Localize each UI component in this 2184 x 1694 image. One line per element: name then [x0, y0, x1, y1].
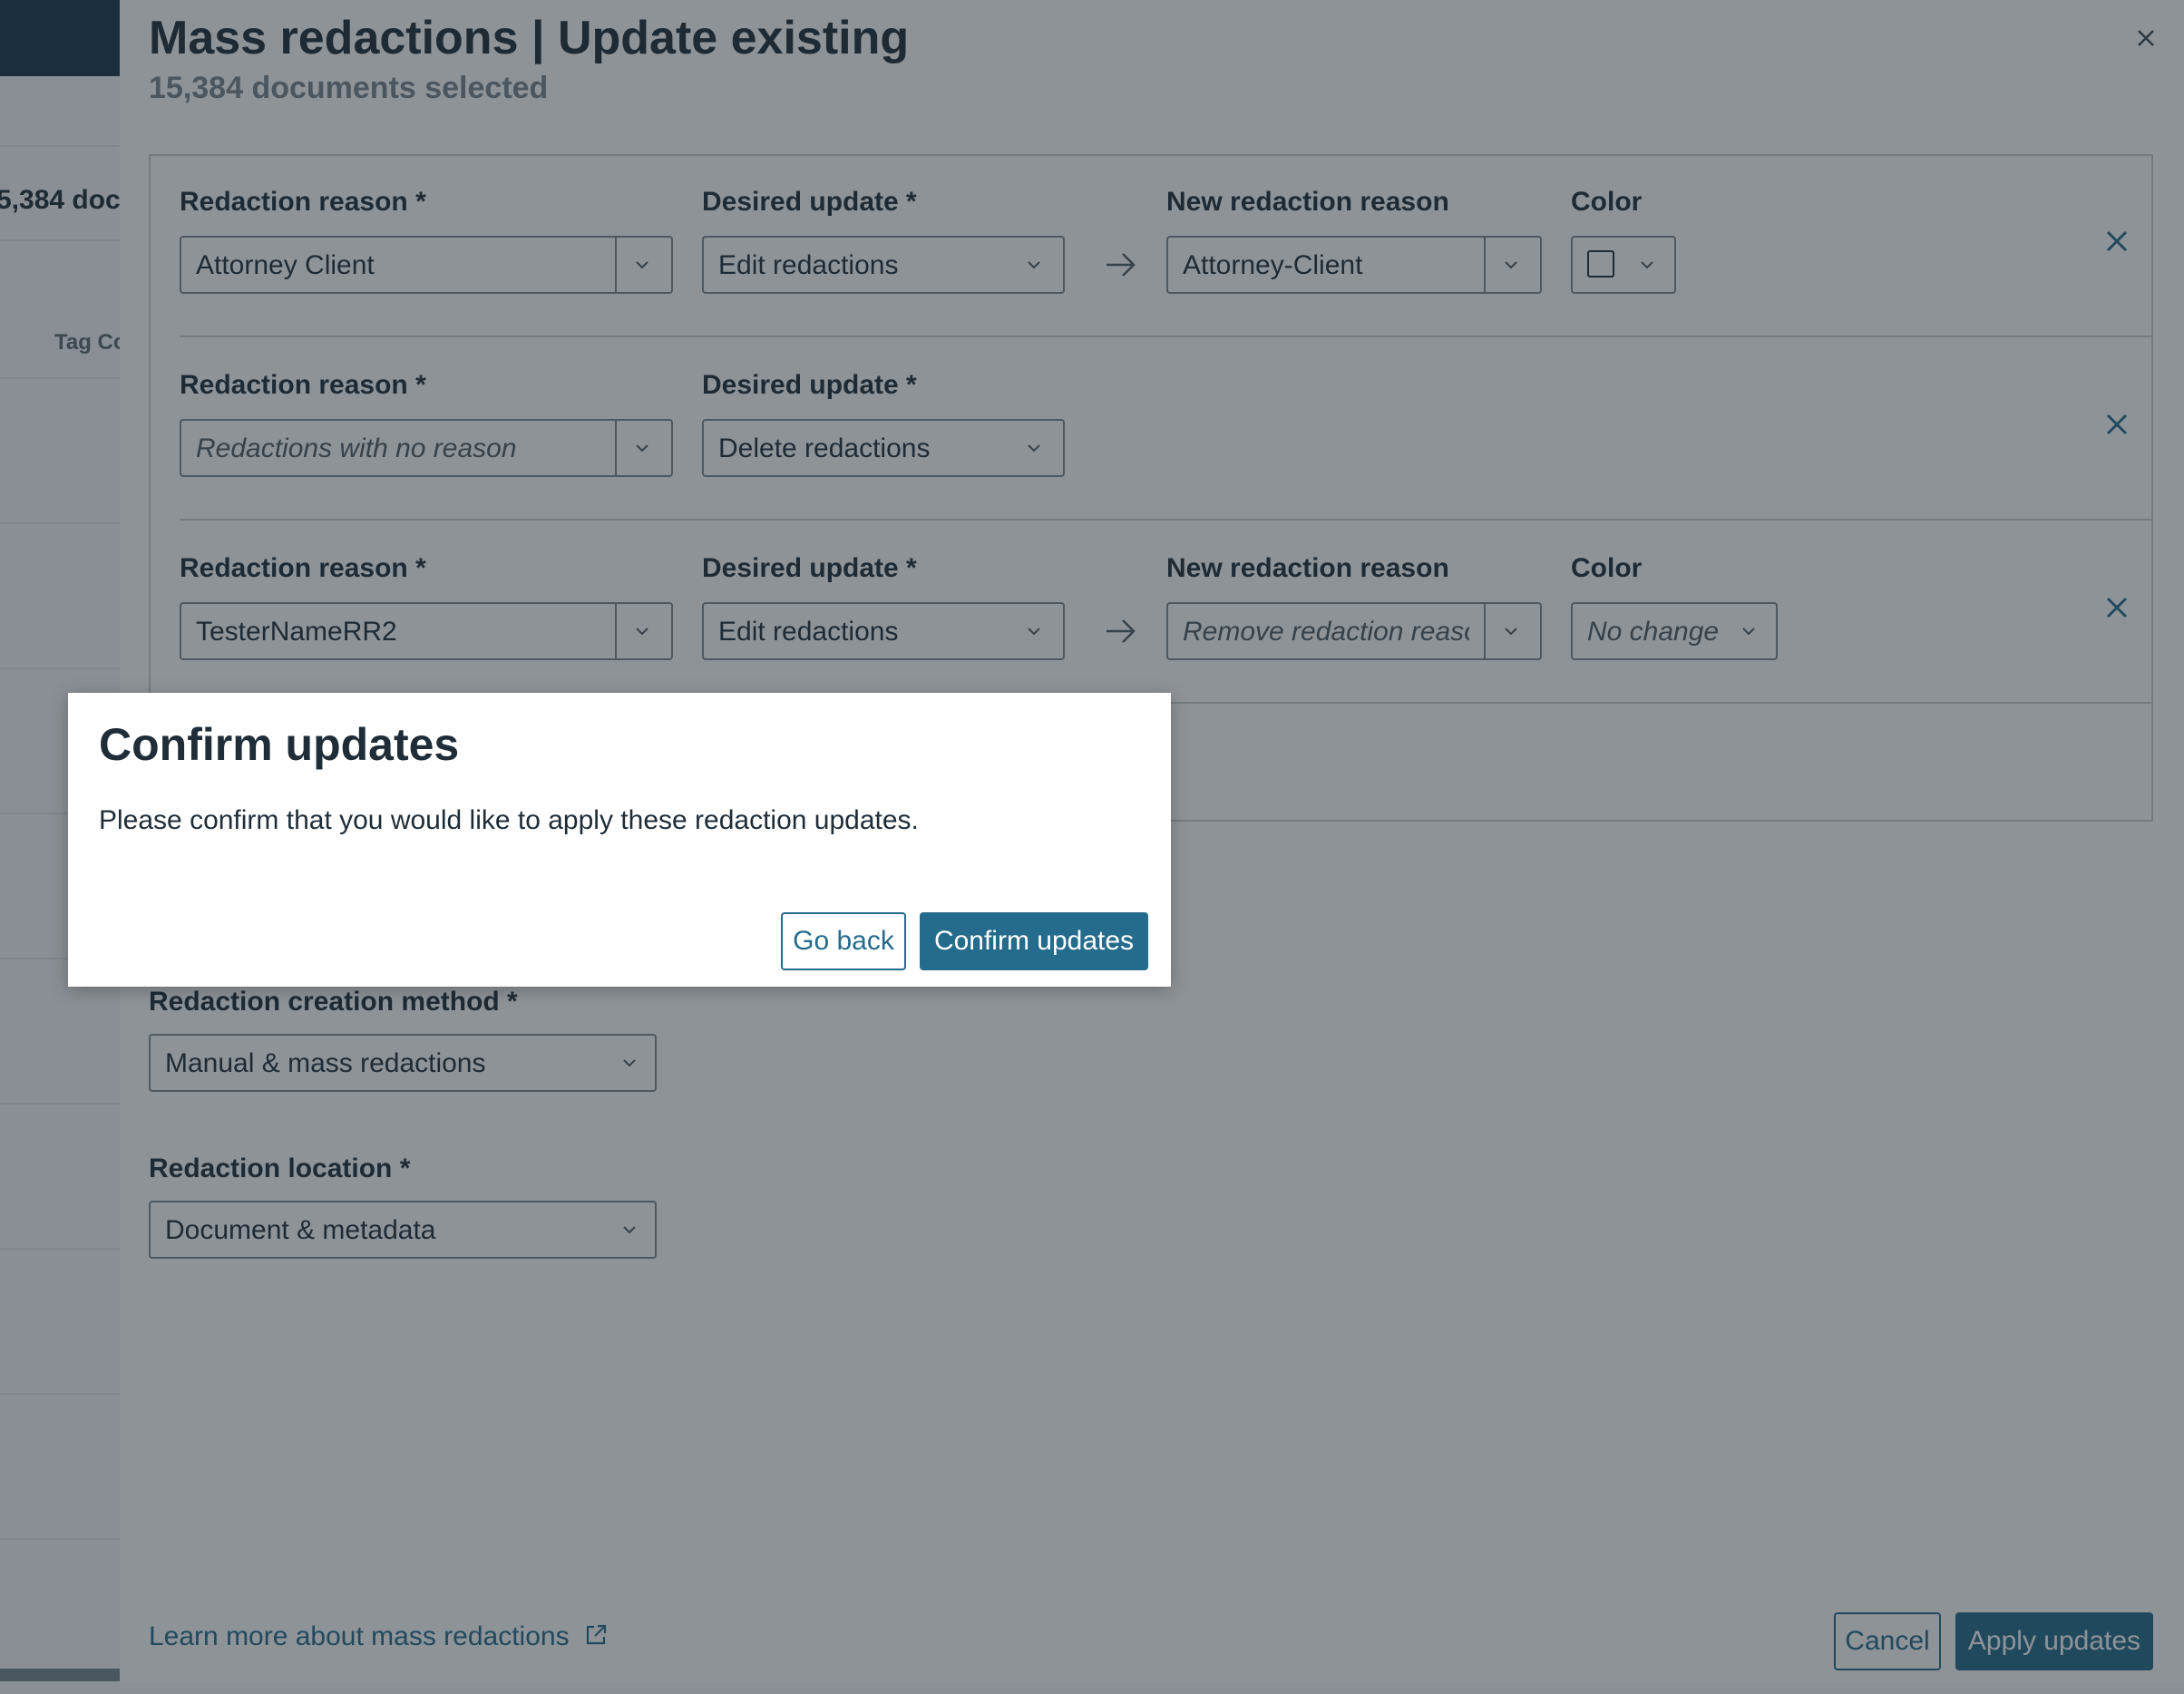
confirm-updates-button[interactable]: Confirm updates — [920, 912, 1148, 970]
confirm-updates-modal: Confirm updates Please confirm that you … — [68, 693, 1171, 987]
modal-body-text: Please confirm that you would like to ap… — [99, 805, 919, 835]
background-scrollbar — [0, 1669, 122, 1681]
modal-title: Confirm updates — [99, 719, 460, 770]
go-back-button[interactable]: Go back — [781, 912, 906, 970]
